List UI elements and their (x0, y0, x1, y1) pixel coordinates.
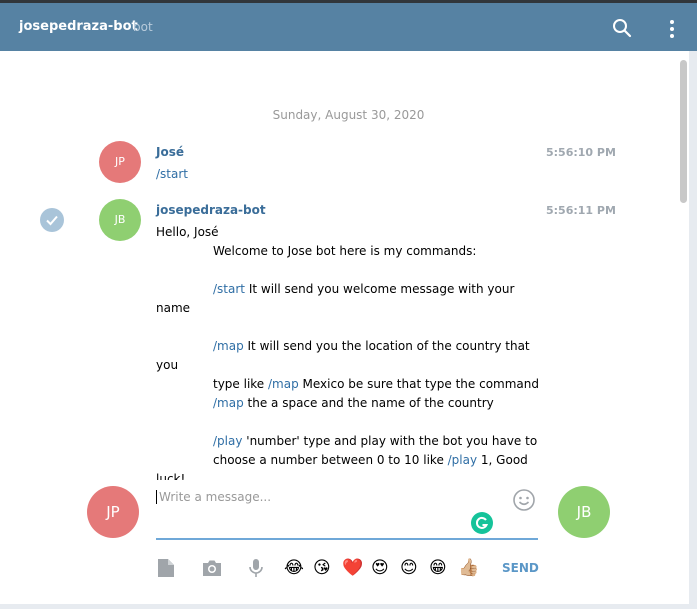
attach-file-icon[interactable] (155, 557, 177, 579)
command-link[interactable]: /map (268, 377, 299, 391)
command-link[interactable]: /start (213, 282, 245, 296)
message-text: the a space and the name of the country (243, 396, 494, 410)
more-options-icon[interactable] (665, 18, 679, 40)
message-text: choose a number between 0 to 10 like (213, 453, 448, 467)
emoji-heart[interactable]: ❤️ (342, 557, 363, 579)
avatar[interactable]: JB (99, 199, 141, 241)
message-text: It will send you the location of the cou… (243, 339, 530, 353)
window-bottom-edge (0, 604, 697, 609)
emoji-kiss[interactable]: 😘 (313, 557, 331, 579)
message-text: It will send you welcome message with yo… (245, 282, 515, 296)
send-button[interactable]: SEND (502, 561, 539, 575)
emoji-thumbs-up[interactable]: 👍🏼 (458, 557, 479, 579)
message-line: type like /map Mexico be sure that type … (213, 377, 539, 391)
avatar[interactable]: JP (99, 141, 141, 183)
message-line: /play 'number' type and play with the bo… (213, 434, 537, 448)
emoji-grin[interactable]: 😁 (429, 557, 447, 579)
date-separator: Sunday, August 30, 2020 (272, 108, 425, 122)
message-line: /map It will send you the location of th… (213, 339, 530, 353)
command-link[interactable]: /map (213, 339, 244, 353)
command-link[interactable]: /map (213, 396, 244, 410)
camera-icon[interactable] (201, 557, 223, 579)
message-line: /map the a space and the name of the cou… (213, 396, 494, 410)
check-icon[interactable] (40, 208, 64, 232)
self-avatar[interactable]: JP (87, 486, 139, 538)
message-text: 'number' type and play with the bot you … (242, 434, 538, 448)
search-icon[interactable] (612, 18, 632, 38)
peer-avatar[interactable]: JB (558, 486, 610, 538)
text-caret (156, 490, 157, 504)
emoji-tears-of-joy[interactable]: 😂 (284, 557, 304, 579)
chat-subtitle: bot (133, 20, 153, 34)
chat-title[interactable]: josepedraza-bot (19, 19, 138, 34)
command-link[interactable]: /play (213, 434, 242, 448)
message-author[interactable]: josepedraza-bot (156, 203, 266, 217)
message-line: choose a number between 0 to 10 like /pl… (213, 453, 528, 467)
message-time: 5:56:10 PM (546, 146, 616, 159)
message-line: /start It will send you welcome message … (213, 282, 514, 296)
message-input[interactable]: Write a message... (159, 490, 271, 504)
chat-header: josepedraza-bot bot (0, 0, 697, 51)
microphone-icon[interactable] (245, 557, 267, 579)
message-line: name (156, 301, 191, 315)
message-time: 5:56:11 PM (546, 204, 616, 217)
message-line: Hello, José (156, 225, 219, 239)
grammarly-icon[interactable] (471, 512, 493, 534)
emoji-icon[interactable] (512, 488, 536, 512)
message-author[interactable]: José (156, 145, 184, 159)
message-text: 1, Good (477, 453, 528, 467)
message-text[interactable]: /start (156, 167, 188, 181)
message-line: you (156, 358, 179, 372)
input-underline (156, 538, 538, 540)
emoji-heart-eyes[interactable]: 😍 (371, 557, 389, 579)
message-text: type like (213, 377, 269, 391)
message-line: Welcome to Jose bot here is my commands: (213, 244, 477, 258)
emoji-smile[interactable]: 😊 (400, 557, 418, 579)
message-text: Mexico be sure that type the command (298, 377, 539, 391)
scrollbar-thumb[interactable] (680, 60, 687, 203)
command-link[interactable]: /play (448, 453, 477, 467)
